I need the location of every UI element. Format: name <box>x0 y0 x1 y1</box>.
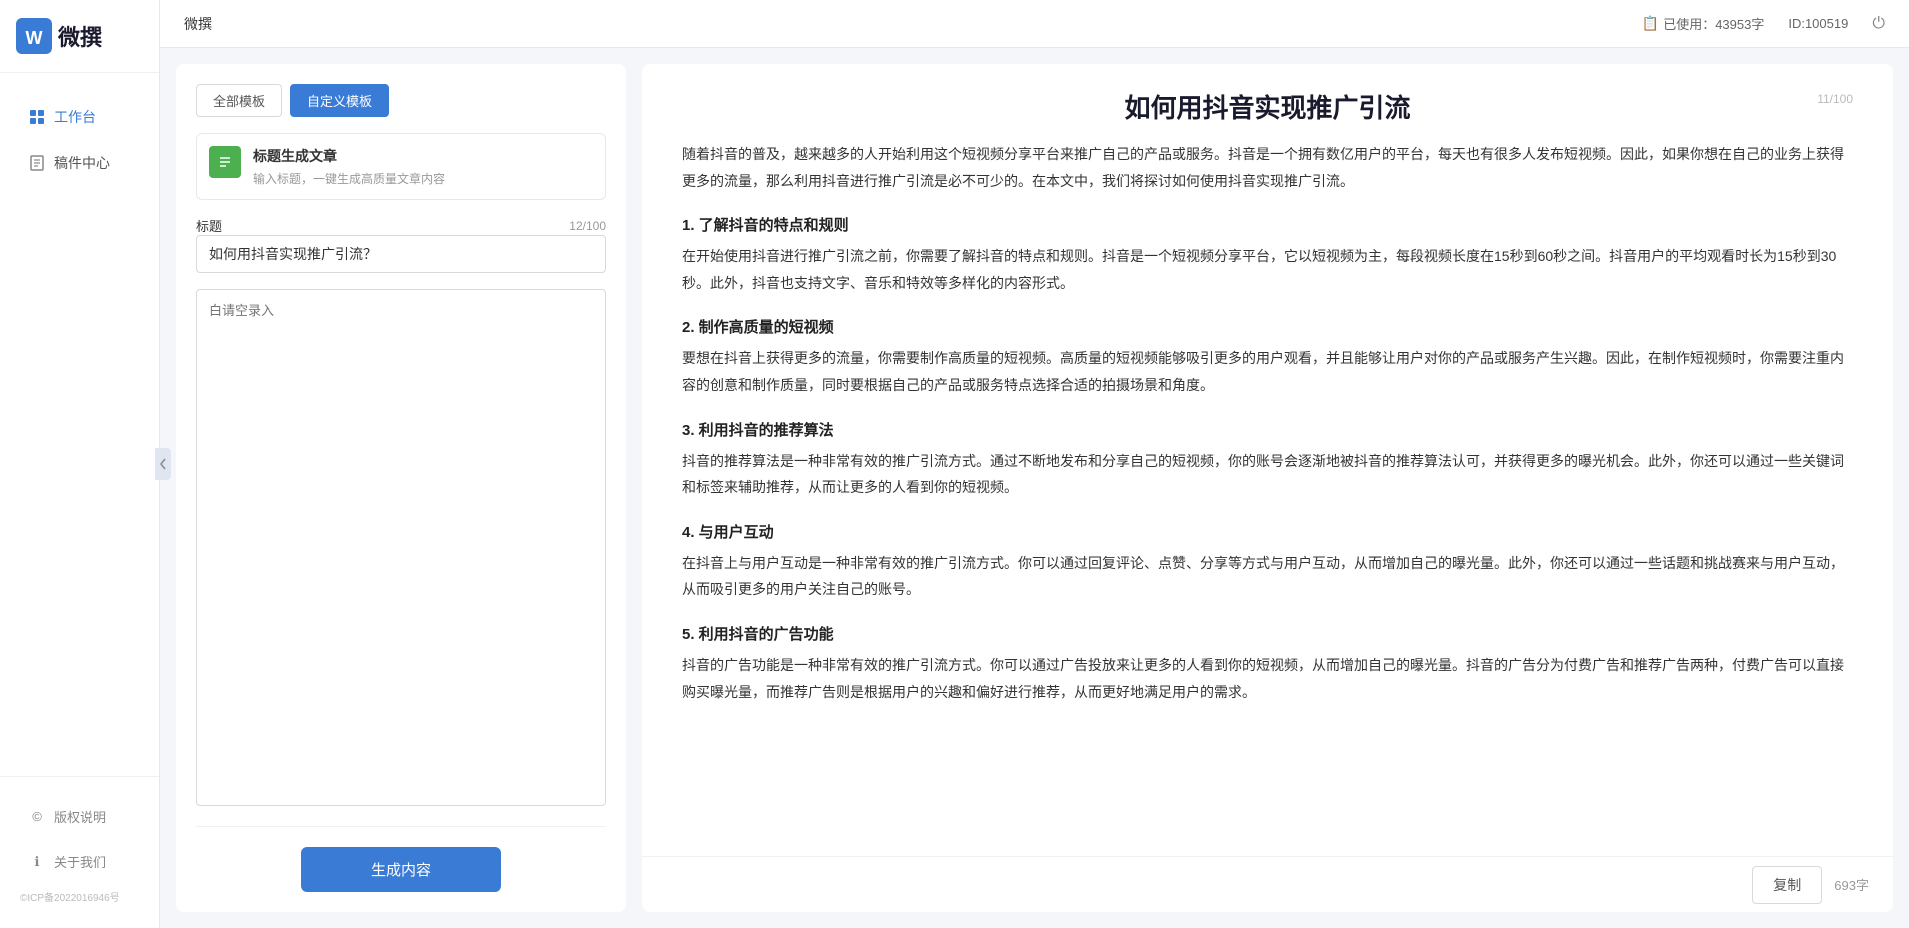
article-paragraph: 要想在抖音上获得更多的流量，你需要制作高质量的短视频。高质量的短视频能够吸引更多… <box>682 345 1853 398</box>
copyright-icon: © <box>28 808 46 826</box>
svg-text:W: W <box>26 28 43 48</box>
article-page-info: 11/100 <box>1817 92 1853 106</box>
topbar: 微撰 📋 已使用：43953字 ID:100519 ⏻ <box>160 0 1909 48</box>
sidebar-nav: 工作台 稿件中心 <box>0 73 159 776</box>
logo-area: W 微撰 <box>0 0 159 73</box>
title-field-group: 标题 12/100 <box>196 216 606 273</box>
article-footer: 复制 693字 <box>642 856 1893 912</box>
topbar-right: 📋 已使用：43953字 ID:100519 ⏻ <box>1642 14 1885 33</box>
article-heading: 2. 制作高质量的短视频 <box>682 316 1853 337</box>
generate-button[interactable]: 生成内容 <box>301 847 501 892</box>
content-field-group <box>196 289 606 806</box>
title-label-row: 标题 12/100 <box>196 216 606 235</box>
sidebar-bottom: © 版权说明 ℹ 关于我们 ©ICP备2022016946号 <box>0 776 159 928</box>
copyright-label: 版权说明 <box>54 807 106 826</box>
logo-icon: W <box>16 18 52 54</box>
title-input[interactable] <box>196 235 606 273</box>
right-panel: 如何用抖音实现推广引流 11/100 随着抖音的普及，越来越多的人开始利用这个短… <box>642 64 1893 912</box>
tab-custom-templates[interactable]: 自定义模板 <box>290 84 389 117</box>
template-card[interactable]: 标题生成文章 输入标题，一键生成高质量文章内容 <box>196 133 606 200</box>
sidebar-item-copyright[interactable]: © 版权说明 <box>8 795 151 838</box>
article-paragraph: 在开始使用抖音进行推广引流之前，你需要了解抖音的特点和规则。抖音是一个短视频分享… <box>682 243 1853 296</box>
topbar-title: 微撰 <box>184 14 212 34</box>
copy-button[interactable]: 复制 <box>1752 866 1822 904</box>
sidebar-item-drafts[interactable]: 稿件中心 <box>8 141 151 185</box>
article-heading: 5. 利用抖音的广告功能 <box>682 623 1853 644</box>
about-icon: ℹ <box>28 853 46 871</box>
app-name: 微撰 <box>58 20 102 52</box>
divider <box>196 826 606 827</box>
article-body[interactable]: 随着抖音的普及，越来越多的人开始利用这个短视频分享平台来推广自己的产品或服务。抖… <box>642 141 1893 912</box>
sidebar-item-workbench[interactable]: 工作台 <box>8 95 151 139</box>
article-paragraph: 在抖音上与用户互动是一种非常有效的推广引流方式。你可以通过回复评论、点赞、分享等… <box>682 550 1853 603</box>
template-card-title: 标题生成文章 <box>253 146 445 166</box>
template-card-desc: 输入标题，一键生成高质量文章内容 <box>253 170 445 187</box>
workbench-icon <box>28 108 46 126</box>
content-textarea[interactable] <box>196 289 606 806</box>
usage-label: 已使用：43953字 <box>1663 14 1764 33</box>
article-paragraph: 抖音的广告功能是一种非常有效的推广引流方式。你可以通过广告投放来让更多的人看到你… <box>682 652 1853 705</box>
template-tabs: 全部模板 自定义模板 <box>196 84 606 117</box>
left-panel: 全部模板 自定义模板 标题生成文章 输入标题，一键生成高质量文章内容 <box>176 64 626 912</box>
sidebar: W 微撰 工作台 <box>0 0 160 928</box>
drafts-icon <box>28 154 46 172</box>
id-info: ID:100519 <box>1788 16 1848 31</box>
workbench-label: 工作台 <box>54 107 96 127</box>
usage-icon: 📋 <box>1642 15 1659 32</box>
article-heading: 1. 了解抖音的特点和规则 <box>682 214 1853 235</box>
article-title: 如何用抖音实现推广引流 <box>682 88 1853 125</box>
template-card-icon <box>209 146 241 178</box>
icp-text: ©ICP备2022016946号 <box>0 885 159 912</box>
template-card-info: 标题生成文章 输入标题，一键生成高质量文章内容 <box>253 146 445 187</box>
tab-all-templates[interactable]: 全部模板 <box>196 84 282 117</box>
article-paragraph: 抖音的推荐算法是一种非常有效的推广引流方式。通过不断地发布和分享自己的短视频，你… <box>682 448 1853 501</box>
title-counter: 12/100 <box>569 219 606 233</box>
article-header: 如何用抖音实现推广引流 11/100 <box>642 64 1893 141</box>
power-icon[interactable]: ⏻ <box>1872 15 1885 33</box>
word-count: 693字 <box>1834 875 1869 894</box>
article-paragraph: 随着抖音的普及，越来越多的人开始利用这个短视频分享平台来推广自己的产品或服务。抖… <box>682 141 1853 194</box>
title-label: 标题 <box>196 216 222 235</box>
usage-info: 📋 已使用：43953字 <box>1642 14 1765 33</box>
about-label: 关于我们 <box>54 852 106 871</box>
sidebar-collapse-handle[interactable] <box>155 448 171 480</box>
article-heading: 3. 利用抖音的推荐算法 <box>682 419 1853 440</box>
sidebar-item-about[interactable]: ℹ 关于我们 <box>8 840 151 883</box>
drafts-label: 稿件中心 <box>54 153 110 173</box>
content-area: 全部模板 自定义模板 标题生成文章 输入标题，一键生成高质量文章内容 <box>160 48 1909 928</box>
main-area: 微撰 📋 已使用：43953字 ID:100519 ⏻ 全部模板 自定义模板 <box>160 0 1909 928</box>
article-heading: 4. 与用户互动 <box>682 521 1853 542</box>
